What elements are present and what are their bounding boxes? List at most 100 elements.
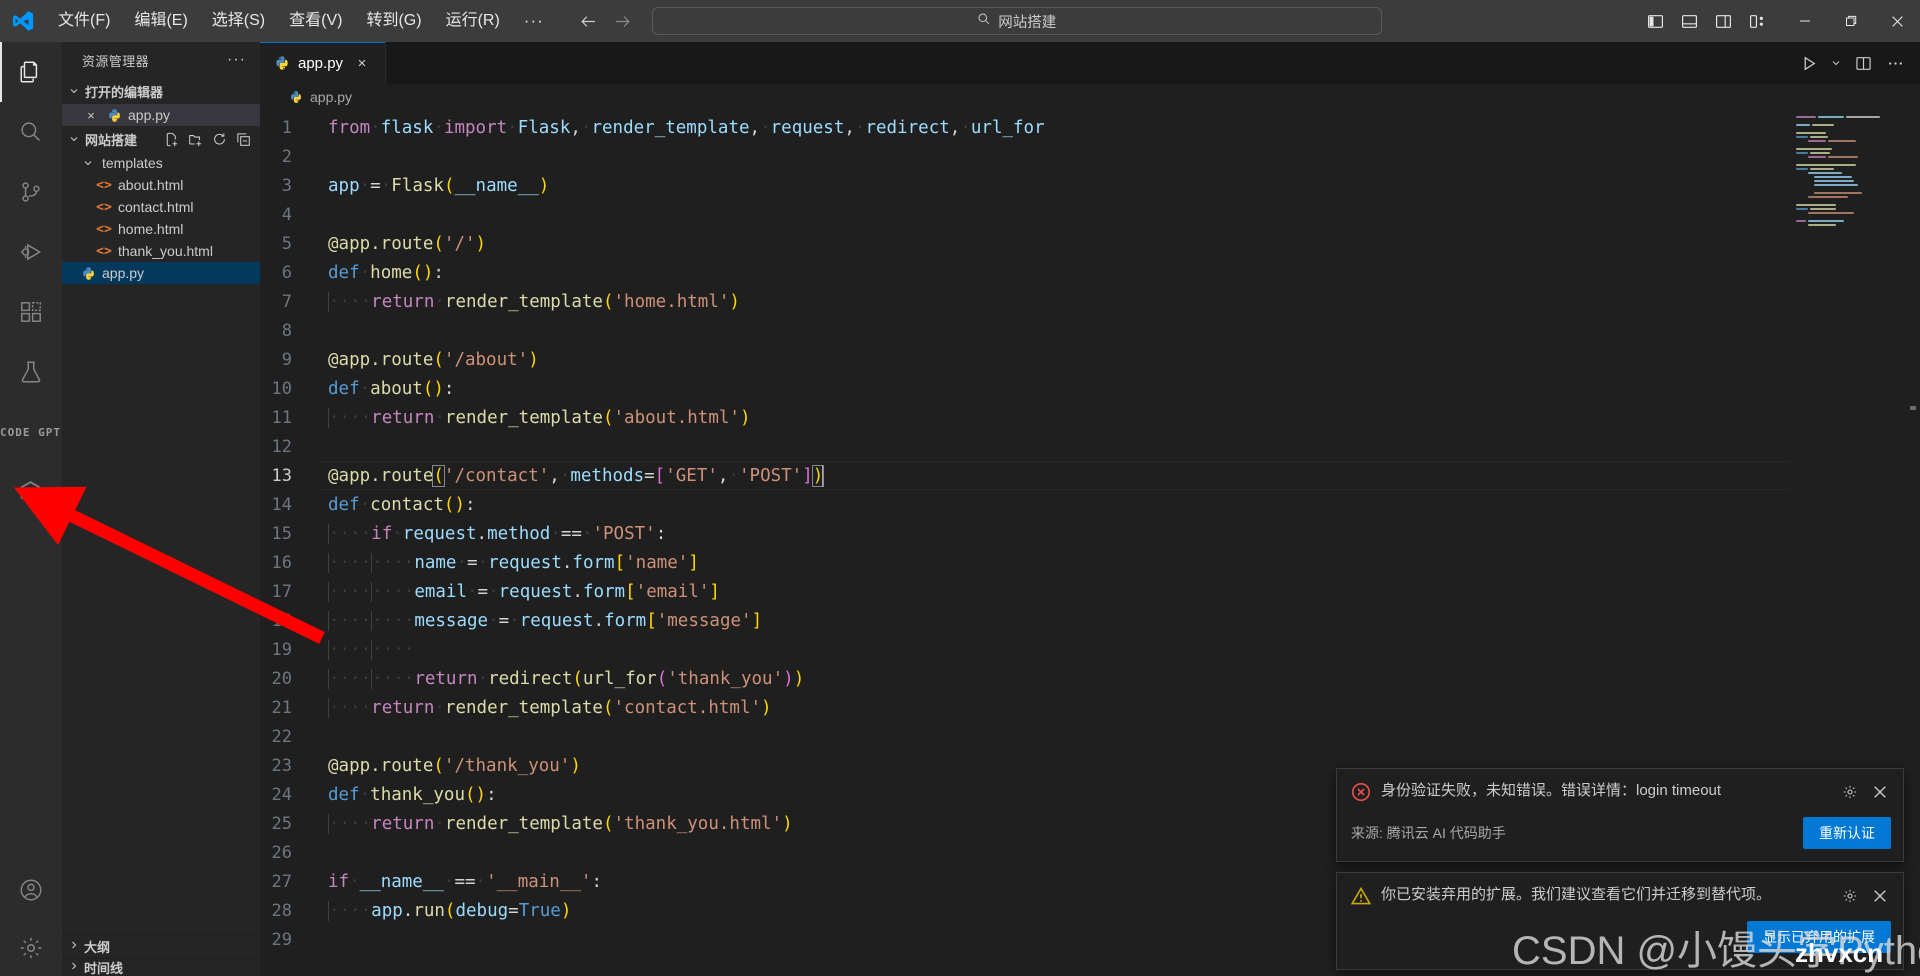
- line-number: 14: [271, 494, 292, 515]
- show-deprecated-extensions-button[interactable]: 显示已弃用的扩展: [1747, 921, 1891, 953]
- line-number: 24: [271, 784, 292, 805]
- notification-close-icon[interactable]: [1867, 883, 1893, 909]
- account-icon[interactable]: [0, 860, 62, 920]
- line-content: ········message·=·request.form['message'…: [328, 610, 763, 631]
- breadcrumb[interactable]: app.py: [260, 84, 1920, 110]
- notification-settings-gear-icon[interactable]: [1837, 779, 1863, 805]
- menu-go[interactable]: 转到(G): [354, 6, 433, 36]
- close-icon[interactable]: [1874, 0, 1920, 42]
- html-file-icon: <>: [96, 199, 112, 215]
- line-number: 21: [271, 697, 292, 718]
- activity-search[interactable]: [0, 102, 62, 162]
- line-number: 16: [271, 552, 292, 573]
- line-number: 15: [271, 523, 292, 544]
- split-editor-icon[interactable]: [1848, 48, 1878, 78]
- line-number: 12: [271, 436, 292, 457]
- run-python-file-icon[interactable]: [1794, 48, 1824, 78]
- open-editor-close-icon[interactable]: ×: [82, 108, 100, 123]
- more-actions-icon[interactable]: [1880, 48, 1910, 78]
- open-editor-item-app-py[interactable]: × app.py: [62, 104, 260, 126]
- activity-extensions[interactable]: [0, 282, 62, 342]
- tree-item-home-html[interactable]: <> home.html: [62, 218, 260, 240]
- code-line-12: 12: [260, 432, 1790, 461]
- reauthenticate-button[interactable]: 重新认证: [1803, 817, 1891, 849]
- activity-tencent-cloud-ai[interactable]: [0, 462, 62, 522]
- menu-edit[interactable]: 编辑(E): [122, 6, 199, 36]
- notification-deprecated-extensions: 你已安装弃用的扩展。我们建议查看它们并迁移到替代项。 显示已弃用的扩展: [1336, 872, 1904, 970]
- editor-tab-close-icon[interactable]: ×: [351, 52, 373, 74]
- code-line-14: 14 def·contact():: [260, 490, 1790, 519]
- code-line-7: 7 ····return·render_template('home.html'…: [260, 287, 1790, 316]
- title-bar: 文件(F) 编辑(E) 选择(S) 查看(V) 转到(G) 运行(R) ··· …: [0, 0, 1920, 42]
- toggle-secondary-sidebar-icon[interactable]: [1706, 4, 1740, 38]
- editor-tab-app-py[interactable]: app.py ×: [260, 42, 387, 84]
- menu-more-button[interactable]: ···: [512, 11, 556, 31]
- activity-codegpt[interactable]: CODE GPT: [0, 402, 62, 462]
- menu-selection[interactable]: 选择(S): [200, 6, 277, 36]
- search-icon: [977, 12, 991, 31]
- notification-toolbar: [1837, 779, 1893, 805]
- line-number: 9: [281, 349, 292, 370]
- go-forward-icon[interactable]: [608, 6, 638, 36]
- line-number: 10: [271, 378, 292, 399]
- activity-run-debug[interactable]: [0, 222, 62, 282]
- code-line-19: 19 ········: [260, 635, 1790, 664]
- toggle-panel-icon[interactable]: [1672, 4, 1706, 38]
- chevron-right-icon: [68, 960, 80, 975]
- toggle-primary-sidebar-icon[interactable]: [1638, 4, 1672, 38]
- collapse-all-icon[interactable]: [232, 128, 254, 150]
- new-folder-icon[interactable]: [184, 128, 206, 150]
- tree-item-app-py[interactable]: app.py: [62, 262, 260, 284]
- line-number: 4: [281, 204, 292, 225]
- sidebar-more-actions-button[interactable]: ···: [221, 51, 252, 69]
- section-open-editors[interactable]: 打开的编辑器: [62, 78, 260, 104]
- editor-tab-label: app.py: [298, 54, 344, 72]
- warning-triangle-icon: [1350, 886, 1372, 911]
- section-timeline[interactable]: 时间线: [62, 958, 260, 976]
- tree-item-thank-you-html[interactable]: <> thank_you.html: [62, 240, 260, 262]
- line-number: 22: [271, 726, 292, 747]
- line-number: 20: [271, 668, 292, 689]
- activity-testing[interactable]: [0, 342, 62, 402]
- go-back-icon[interactable]: [574, 6, 604, 36]
- command-center-search[interactable]: 网站搭建: [651, 7, 1382, 35]
- error-circle-icon: [1351, 782, 1371, 807]
- activity-source-control[interactable]: [0, 162, 62, 222]
- refresh-icon[interactable]: [208, 128, 230, 150]
- line-number: 8: [281, 320, 292, 341]
- minimize-icon[interactable]: [1782, 0, 1828, 42]
- tree-item-contact-html[interactable]: <> contact.html: [62, 196, 260, 218]
- new-file-icon[interactable]: [160, 128, 182, 150]
- sidebar-collapsed-sections: 大纲 时间线: [62, 934, 260, 976]
- line-number: 17: [271, 581, 292, 602]
- line-number: 25: [271, 813, 292, 834]
- section-outline[interactable]: 大纲: [62, 934, 260, 958]
- line-number: 18: [271, 610, 292, 631]
- python-icon: [80, 266, 96, 281]
- line-number: 6: [281, 262, 292, 283]
- html-file-icon: <>: [96, 221, 112, 237]
- notification-message: 你已安装弃用的扩展。我们建议查看它们并迁移到替代项。: [1381, 886, 1772, 903]
- code-line-15: 15 ····if·request.method·==·'POST':: [260, 519, 1790, 548]
- section-outline-label: 大纲: [84, 940, 111, 955]
- tree-item-about-html[interactable]: <> about.html: [62, 174, 260, 196]
- tree-item-templates[interactable]: templates: [62, 152, 260, 174]
- activity-explorer[interactable]: [0, 42, 62, 102]
- settings-gear-icon[interactable]: [0, 920, 62, 976]
- menu-view[interactable]: 查看(V): [277, 6, 354, 36]
- maximize-icon[interactable]: [1828, 0, 1874, 42]
- menu-run[interactable]: 运行(R): [434, 6, 512, 36]
- file-tree: templates <> about.html <> contact.html …: [62, 152, 260, 284]
- notification-body: 你已安装弃用的扩展。我们建议查看它们并迁移到替代项。: [1337, 873, 1903, 921]
- notification-close-icon[interactable]: [1867, 779, 1893, 805]
- line-number: 13: [271, 465, 292, 486]
- code-line-5: 5 @app.route('/'): [260, 229, 1790, 258]
- notification-settings-gear-icon[interactable]: [1837, 883, 1863, 909]
- code-line-22: 22: [260, 722, 1790, 751]
- editor-scrollbar[interactable]: [1906, 110, 1920, 976]
- section-workspace-folder[interactable]: 网站搭建: [62, 126, 260, 152]
- menu-file[interactable]: 文件(F): [46, 6, 122, 36]
- codegpt-label: CODE GPT: [0, 425, 61, 439]
- run-dropdown-chevron-icon[interactable]: [1826, 48, 1846, 78]
- customize-layout-icon[interactable]: [1740, 4, 1774, 38]
